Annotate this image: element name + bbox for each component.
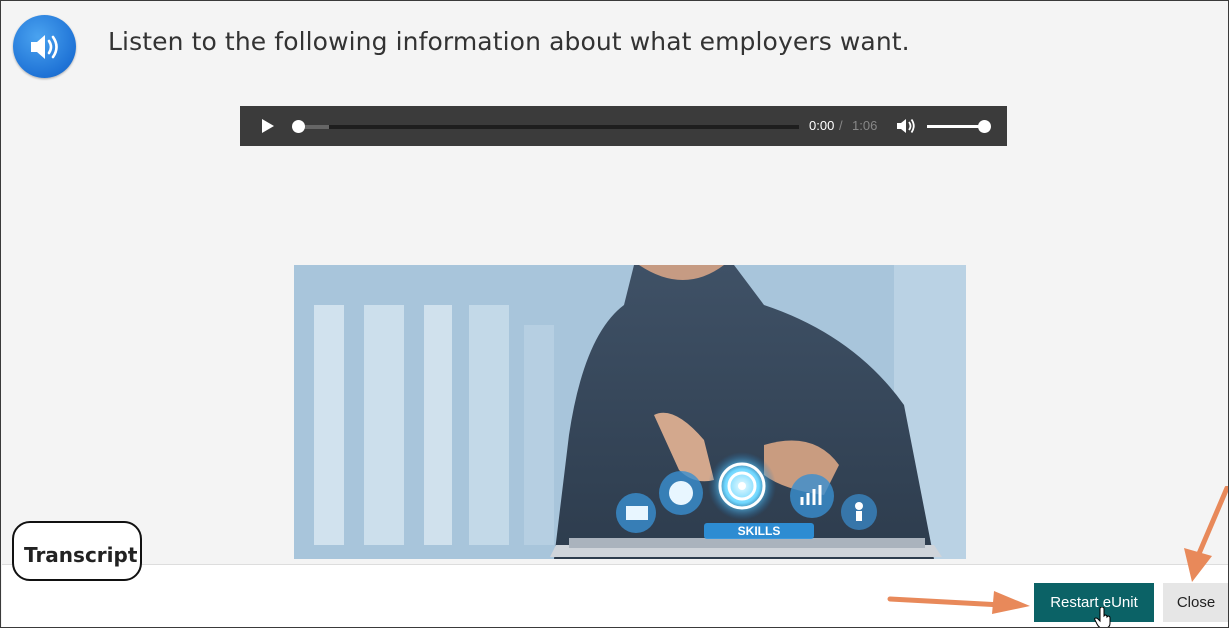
skills-photo-illustration: SKILLS xyxy=(294,265,966,559)
lesson-frame: Listen to the following information abou… xyxy=(0,0,1229,628)
annotation-arrow-down-icon xyxy=(1184,486,1228,582)
hand-cursor-icon xyxy=(1094,607,1111,627)
time-current: 0:00 xyxy=(809,118,835,133)
play-icon[interactable] xyxy=(260,118,276,134)
transcript-label: Transcript xyxy=(24,543,138,567)
skills-photo: SKILLS xyxy=(294,265,966,559)
volume-icon[interactable] xyxy=(896,117,916,135)
skills-caption: SKILLS xyxy=(738,524,781,538)
instruction-text: Listen to the following information abou… xyxy=(108,27,910,56)
progress-track[interactable] xyxy=(293,125,799,129)
volume-slider-knob[interactable] xyxy=(978,120,991,133)
time-separator: / xyxy=(839,118,843,133)
close-button[interactable]: Close xyxy=(1163,583,1228,622)
volume-slider-track[interactable] xyxy=(927,125,983,128)
speaker-icon[interactable] xyxy=(13,15,76,78)
annotation-arrow-right-icon xyxy=(887,591,1030,614)
time-duration: 1:06 xyxy=(852,118,878,133)
speaker-glyph xyxy=(30,34,58,59)
progress-knob[interactable] xyxy=(292,120,305,133)
transcript-toggle[interactable]: Transcript xyxy=(12,521,142,581)
